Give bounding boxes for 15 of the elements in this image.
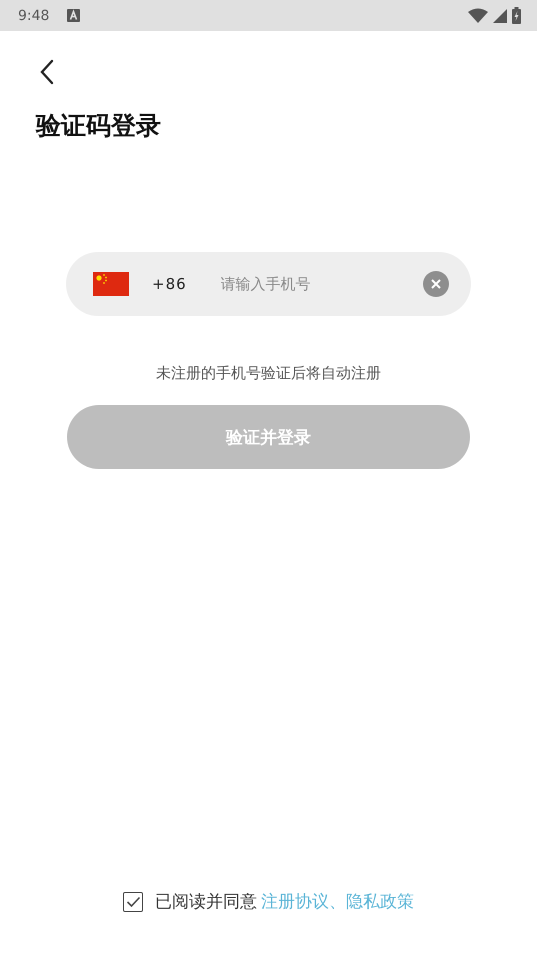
wifi-icon	[468, 8, 488, 23]
status-time: 9:48	[18, 8, 50, 24]
agreement-text: 已阅读并同意	[155, 891, 257, 913]
page-title: 验证码登录	[36, 110, 162, 142]
check-icon	[126, 896, 140, 908]
agreement-checkbox[interactable]	[123, 892, 143, 912]
flag-icon	[93, 272, 129, 296]
keyboard-notification-icon	[67, 9, 80, 22]
clear-button[interactable]	[423, 271, 449, 297]
battery-icon	[512, 7, 521, 24]
signal-icon	[493, 8, 507, 22]
hint-text: 未注册的手机号验证后将自动注册	[155, 364, 382, 383]
close-icon	[430, 278, 442, 290]
phone-field[interactable]: +86 请输入手机号	[66, 252, 471, 316]
country-code[interactable]: +86	[152, 275, 187, 293]
